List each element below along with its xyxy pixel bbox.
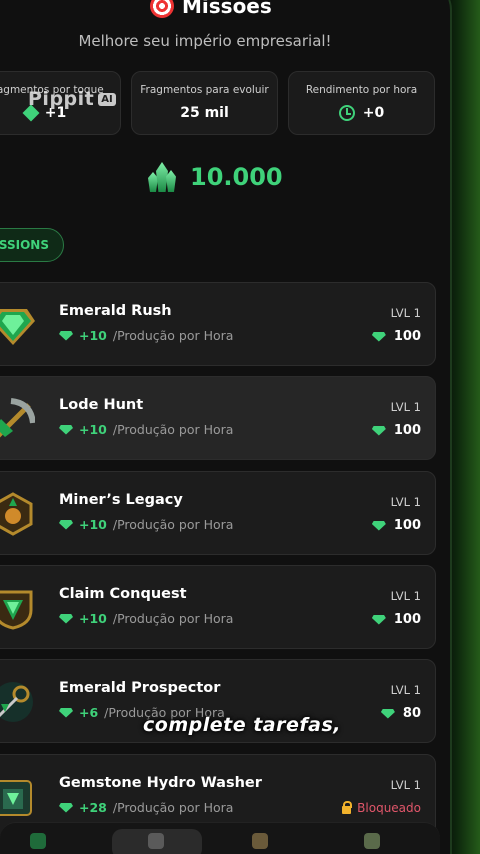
stat-label: Rendimento por hora xyxy=(305,84,418,96)
page-subtitle: Melhore seu império empresarial! xyxy=(78,32,332,50)
watermark: Pippit AI xyxy=(28,88,116,110)
mission-cost-button[interactable]: 100 xyxy=(371,518,421,533)
bottom-nav xyxy=(0,822,440,854)
stat-value: 25 mil xyxy=(180,105,229,121)
balance: 10.000 xyxy=(148,162,283,192)
mission-gain-unit: /Produção por Hora xyxy=(112,517,234,532)
stat-value: +0 xyxy=(362,105,385,121)
watermark-text: Pippit xyxy=(28,88,95,110)
mission-name: Emerald Rush xyxy=(59,303,172,319)
mission-cost-button[interactable]: 100 xyxy=(371,329,421,344)
mission-level: LVL 1 xyxy=(390,400,421,414)
mission-name: Emerald Prospector xyxy=(59,680,221,696)
gem-icon xyxy=(371,520,386,531)
clock-icon xyxy=(338,105,355,121)
mission-cost-button[interactable]: 100 xyxy=(371,423,421,438)
mission-name: Gemstone Hydro Washer xyxy=(59,775,262,791)
gem-icon xyxy=(371,614,386,625)
locked-label: Bloqueado xyxy=(357,801,421,815)
pickaxe-icon xyxy=(0,398,35,438)
mission-locked-status: Bloqueado xyxy=(342,800,421,815)
mission-cost: 100 xyxy=(393,612,421,627)
nav-shop-icon[interactable] xyxy=(364,833,380,849)
mission-gain: +10 xyxy=(79,517,107,532)
video-caption: complete tarefas, xyxy=(143,714,341,736)
mission-card[interactable]: Claim Conquest +10/Produção por Hora LVL… xyxy=(0,565,436,649)
mission-cost-button[interactable]: 100 xyxy=(371,612,421,627)
emerald-crystal-icon xyxy=(148,162,176,192)
stat-label: Fragmentos para evoluir xyxy=(140,84,269,96)
emerald-gem-icon xyxy=(0,309,35,345)
mission-name: Miner’s Legacy xyxy=(59,492,183,508)
gem-icon xyxy=(59,613,73,624)
hydro-washer-icon xyxy=(0,780,32,816)
mission-gain-unit: /Produção por Hora xyxy=(112,611,234,626)
gem-icon xyxy=(59,802,73,813)
lantern-badge-icon xyxy=(0,492,33,536)
mission-level: LVL 1 xyxy=(390,495,421,509)
gem-icon xyxy=(59,519,73,530)
mission-level: LVL 1 xyxy=(390,778,421,792)
mission-gain: +28 xyxy=(79,800,107,815)
mission-cost: 100 xyxy=(393,423,421,438)
mission-level: LVL 1 xyxy=(390,306,421,320)
watermark-badge: AI xyxy=(98,92,116,106)
nav-friends-icon[interactable] xyxy=(252,833,268,849)
screen: Missões Melhore seu império empresarial!… xyxy=(0,0,480,854)
gem-icon xyxy=(371,331,386,342)
mission-card[interactable]: Miner’s Legacy +10/Produção por Hora LVL… xyxy=(0,471,436,555)
stat-card-hourly: Rendimento por hora +0 xyxy=(288,71,435,135)
gem-icon xyxy=(371,425,386,436)
mission-level: LVL 1 xyxy=(390,683,421,697)
mission-cost: 100 xyxy=(393,329,421,344)
nav-home-icon[interactable] xyxy=(30,833,46,849)
mission-level: LVL 1 xyxy=(390,589,421,603)
mission-gain: +10 xyxy=(79,422,107,437)
page-title: Missões xyxy=(182,0,272,18)
mission-name: Lode Hunt xyxy=(59,397,144,413)
mission-gain: +10 xyxy=(79,611,107,626)
stat-card-evolve: Fragmentos para evoluir 25 mil xyxy=(131,71,278,135)
lock-icon xyxy=(342,800,353,814)
mission-gain-unit: /Produção por Hora xyxy=(112,800,234,815)
emerald-shield-icon xyxy=(0,590,33,630)
gem-icon xyxy=(59,330,73,341)
mission-gain-unit: /Produção por Hora xyxy=(112,328,234,343)
page-header: Missões xyxy=(150,0,272,18)
mission-name: Claim Conquest xyxy=(59,586,187,602)
mission-card[interactable]: Lode Hunt +10/Produção por Hora LVL 1 10… xyxy=(0,376,436,460)
tab-missions[interactable]: MISSIONS xyxy=(0,228,64,262)
mission-card[interactable]: Emerald Rush +10/Produção por Hora LVL 1… xyxy=(0,282,436,366)
gem-icon xyxy=(59,424,73,435)
mission-cost: 100 xyxy=(393,518,421,533)
mission-gain: +10 xyxy=(79,328,107,343)
target-icon xyxy=(150,0,174,18)
mission-gain-unit: /Produção por Hora xyxy=(112,422,234,437)
balance-value: 10.000 xyxy=(190,163,283,191)
nav-pickaxe-icon[interactable] xyxy=(148,833,164,849)
